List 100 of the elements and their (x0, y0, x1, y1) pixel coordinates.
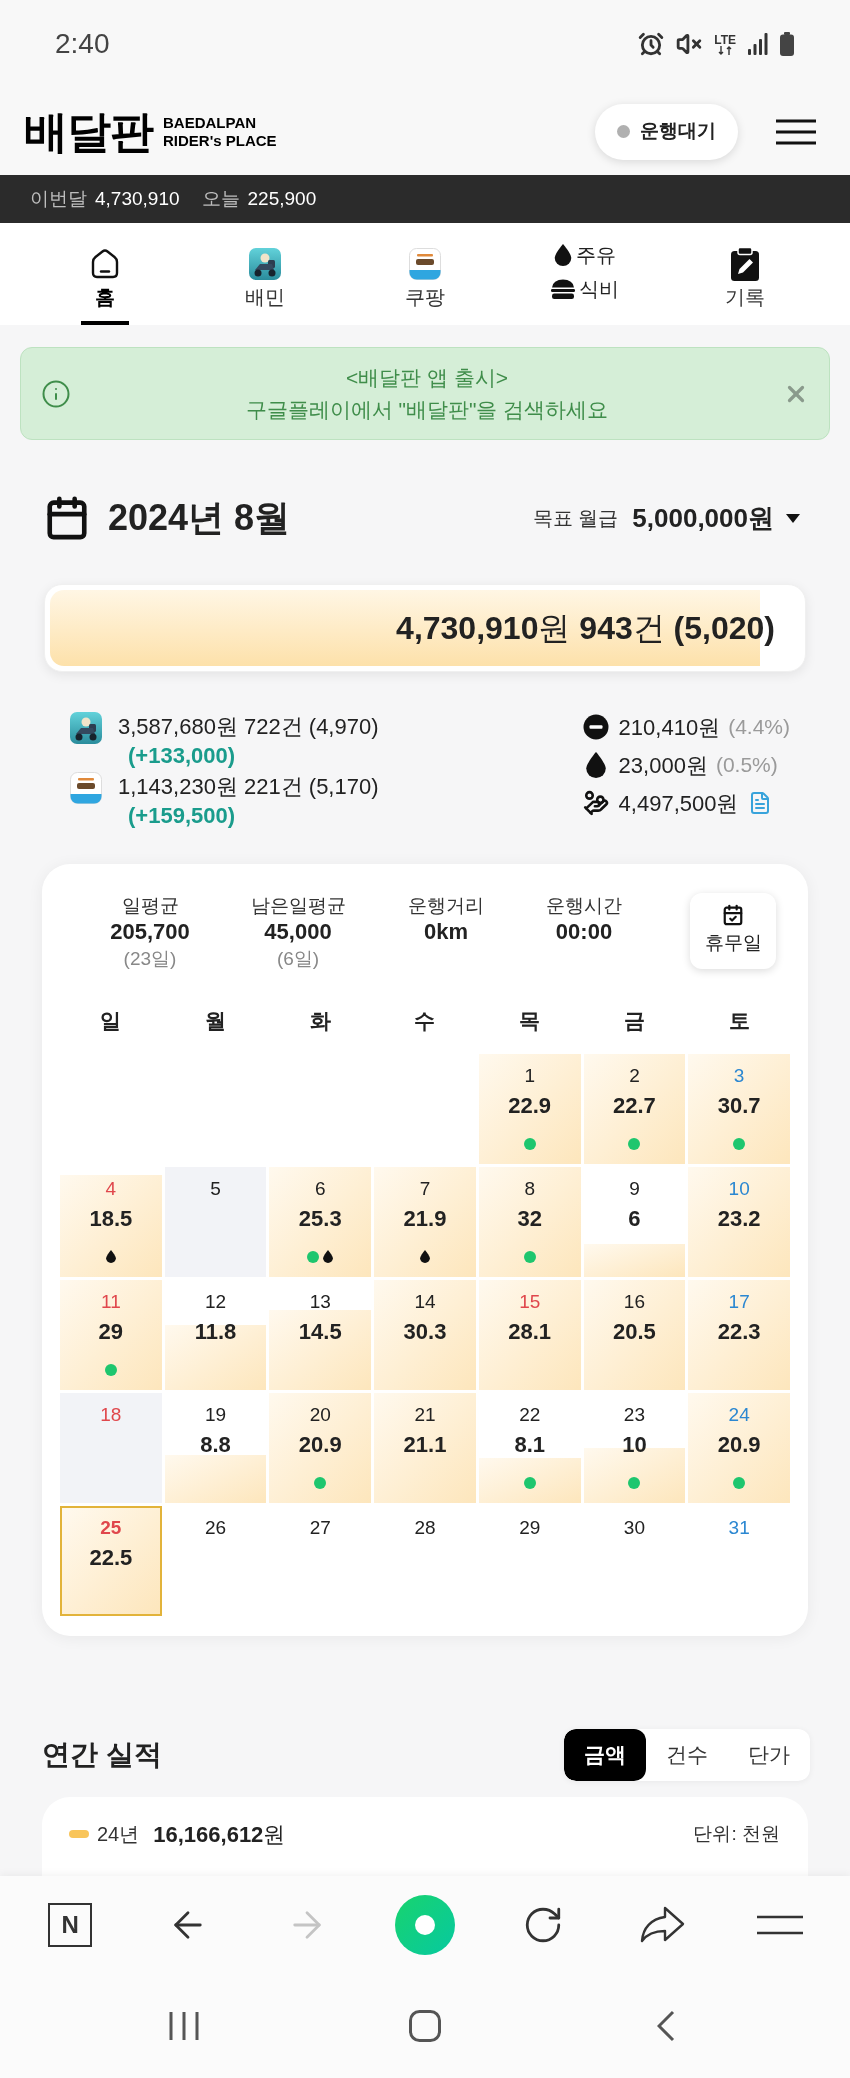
progress-total-text: 4,730,910원 943건 (5,020) (396, 609, 775, 648)
day-number: 10 (728, 1177, 750, 1201)
total-value: 4,730,910 (95, 186, 180, 211)
platform-summary: 1,143,230원 221건 (5,170) (118, 773, 379, 801)
nav-tab[interactable]: 기록 (665, 223, 825, 325)
calendar-day-cell[interactable]: 24 20.9 (688, 1393, 790, 1503)
calendar-day-cell[interactable]: 6 25.3 (269, 1167, 372, 1277)
calendar-day-cell[interactable]: 8 32 (478, 1167, 581, 1277)
total-value: 225,900 (247, 186, 317, 211)
day-number: 7 (419, 1177, 431, 1201)
day-number: 28 (414, 1516, 436, 1540)
nav-tab[interactable]: 배민 (185, 223, 345, 325)
day-number: 5 (210, 1177, 221, 1201)
stat-note: (6일) (276, 947, 320, 971)
letter-tile-button[interactable]: N (48, 1903, 93, 1947)
month-title: 2024년 8월 (108, 496, 291, 540)
calendar-day-cell[interactable]: 18 (60, 1393, 162, 1503)
total-label: 이번달 (30, 186, 87, 211)
nav-tab[interactable]: 홈 (25, 223, 185, 325)
day-earnings: 6 (628, 1205, 641, 1233)
day-number: 17 (728, 1290, 750, 1314)
segment-tab[interactable]: 금액 (564, 1729, 646, 1781)
burger-icon (551, 279, 575, 299)
legend-dash-icon (69, 1830, 89, 1838)
goal-label: 목표 월급 (532, 506, 619, 531)
day-earnings: 23.2 (717, 1205, 761, 1233)
calendar-day-cell[interactable]: 15 28.1 (478, 1280, 581, 1390)
mute-icon (676, 31, 703, 57)
day-number: 9 (629, 1177, 640, 1201)
day-number: 18 (100, 1403, 122, 1427)
calendar-day-cell[interactable]: 5 (164, 1167, 267, 1277)
alarm-icon (638, 31, 665, 57)
stat-value: 00:00 (555, 919, 613, 945)
day-number: 16 (623, 1290, 645, 1314)
stat-value: 45,000 (264, 919, 332, 945)
day-number: 23 (623, 1403, 645, 1427)
calendar-day-cell[interactable]: 11 29 (60, 1280, 162, 1390)
day-number: 1 (524, 1064, 535, 1088)
day-number: 22 (519, 1403, 541, 1427)
stat-value: 0km (423, 919, 468, 945)
weekday-label: 수 (413, 1008, 437, 1034)
recent-apps-icon[interactable] (168, 2010, 201, 2042)
day-earnings: 20.9 (717, 1431, 761, 1459)
platform-bonus: (+133,000) (128, 742, 237, 770)
day-off-button[interactable]: 휴무일 (690, 893, 776, 969)
day-number: 20 (309, 1403, 331, 1427)
drop-icon (554, 244, 572, 266)
day-number: 25 (100, 1516, 122, 1540)
stat-note: (23일) (123, 947, 177, 971)
day-number: 14 (414, 1290, 436, 1314)
back-icon[interactable] (656, 2010, 675, 2042)
weekday-label: 금 (622, 1008, 646, 1034)
calendar-day-cell[interactable]: 10 23.2 (688, 1167, 790, 1277)
menu-icon[interactable] (756, 1915, 803, 1935)
calendar-day-cell[interactable]: 17 22.3 (688, 1280, 790, 1390)
stat-label: 운행거리 (408, 894, 484, 918)
day-number: 31 (728, 1516, 750, 1540)
status-button[interactable]: 운행대기 (595, 103, 738, 160)
cost-amount: 4,497,500원 (618, 789, 739, 818)
day-number: 15 (519, 1290, 541, 1314)
day-earnings: 20.9 (298, 1431, 342, 1459)
day-number: 19 (205, 1403, 227, 1427)
nav-tab[interactable]: 쿠팡 (345, 223, 505, 325)
day-earnings: 25.3 (298, 1205, 342, 1233)
day-number: 21 (414, 1403, 436, 1427)
day-number: 8 (524, 1177, 535, 1201)
segment-tab[interactable]: 건수 (646, 1729, 728, 1781)
calendar-check-icon (722, 904, 744, 927)
home-button-icon[interactable] (409, 2010, 441, 2042)
calendar-day-cell[interactable]: 7 21.9 (374, 1167, 476, 1277)
goal-dropdown[interactable]: 5,000,000원 (632, 498, 800, 538)
share-icon[interactable] (638, 1906, 685, 1944)
legend-total: 16,166,612원 (153, 1820, 286, 1849)
tagline-text: RIDER's PLACE (163, 131, 277, 150)
app-tile-icon (70, 772, 102, 804)
calendar-day-cell[interactable]: 21 21.1 (374, 1393, 476, 1503)
stat-label: 남은일평균 (250, 894, 346, 918)
app-tile-icon (409, 248, 441, 280)
info-icon (41, 378, 71, 409)
nav-tab[interactable]: 주유 식비 (505, 223, 665, 325)
weekday-label: 목 (518, 1008, 542, 1034)
day-earnings: 11.8 (194, 1318, 237, 1346)
calendar-day-cell[interactable]: 2 22.7 (583, 1054, 686, 1164)
calendar-day-cell[interactable]: 20 20.9 (269, 1393, 372, 1503)
logo-text: 배달판 (24, 109, 153, 154)
day-number: 26 (205, 1516, 227, 1540)
segment-tab[interactable]: 단가 (728, 1729, 810, 1781)
calendar-day-cell[interactable]: 1 22.9 (478, 1054, 581, 1164)
calendar-day-cell[interactable]: 3 30.7 (688, 1054, 790, 1164)
menu-icon[interactable] (776, 118, 816, 145)
day-earnings: 29 (98, 1318, 124, 1346)
cost-share: (4.4%) (728, 714, 790, 741)
weekday-label: 월 (204, 1008, 228, 1034)
calendar-day-cell[interactable]: 16 20.5 (583, 1280, 686, 1390)
day-number: 27 (309, 1516, 331, 1540)
stat-label: 운행시간 (546, 894, 622, 918)
day-number: 29 (519, 1516, 541, 1540)
calendar-day-cell[interactable]: 25 22.5 (60, 1506, 162, 1616)
calendar-day-cell[interactable]: 14 30.3 (374, 1280, 476, 1390)
day-number: 2 (629, 1064, 640, 1088)
